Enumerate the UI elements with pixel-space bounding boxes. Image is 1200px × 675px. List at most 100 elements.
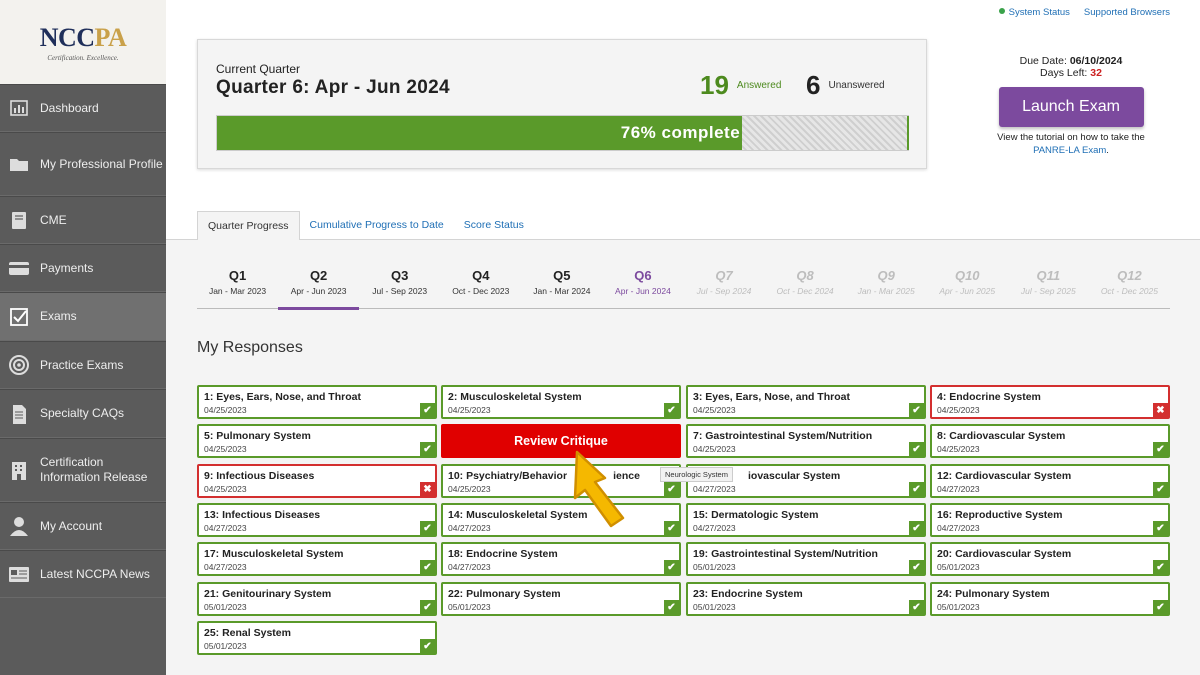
response-card[interactable]: 2: Musculoskeletal System 04/25/2023 ✔	[441, 385, 681, 419]
response-card[interactable]: 8: Cardiovascular System 04/25/2023 ✔	[930, 424, 1170, 458]
response-date: 04/25/2023	[693, 444, 736, 454]
quarter-dates: Jan - Mar 2024	[533, 286, 591, 296]
response-title: 9: Infectious Diseases	[204, 470, 315, 482]
response-date: 05/01/2023	[937, 602, 980, 612]
sidebar-item-specialty-caqs[interactable]: Specialty CAQs	[0, 389, 166, 438]
response-card[interactable]: 14: Musculoskeletal System 04/27/2023 ✔	[441, 503, 681, 537]
quarter-q7[interactable]: Q7 Jul - Sep 2024	[683, 268, 764, 308]
response-card[interactable]: 24: Pulmonary System 05/01/2023 ✔	[930, 582, 1170, 616]
check-icon: ✔	[420, 521, 435, 535]
response-title: 2: Musculoskeletal System	[448, 391, 582, 403]
nccpa-logo[interactable]: NCCPA Certification. Excellence.	[0, 0, 166, 84]
response-title: 25: Renal System	[204, 627, 291, 639]
quarter-label: Q11	[1036, 268, 1061, 283]
response-card[interactable]: 16: Reproductive System 04/27/2023 ✔	[930, 503, 1170, 537]
response-card[interactable]: 1: Eyes, Ears, Nose, and Throat 04/25/202…	[197, 385, 437, 419]
sidebar-item-certification-information-release[interactable]: Certification Information Release	[0, 438, 166, 502]
review-critique-button[interactable]: Review Critique	[441, 424, 681, 458]
launch-exam-button[interactable]: Launch Exam	[998, 87, 1144, 127]
sidebar-item-label: Specialty CAQs	[40, 406, 125, 420]
tutorial-text: View the tutorial on how to take the PAN…	[997, 132, 1145, 156]
tab-cumulative-progress-to-date[interactable]: Cumulative Progress to Date	[300, 211, 454, 240]
response-card[interactable]: 20: Cardiovascular System 05/01/2023 ✔	[930, 542, 1170, 576]
building-icon	[8, 459, 30, 481]
tab-quarter-progress[interactable]: Quarter Progress	[197, 211, 300, 240]
sidebar: NCCPA Certification. Excellence. Dashboa…	[0, 0, 166, 675]
response-card[interactable]: 5: Pulmonary System 04/25/2023 ✔	[197, 424, 437, 458]
check-icon: ✔	[1153, 600, 1168, 614]
check-icon: ✔	[909, 560, 924, 574]
response-card[interactable]: 22: Pulmonary System 05/01/2023 ✔	[441, 582, 681, 616]
panre-la-exam-link[interactable]: PANRE-LA Exam	[1033, 145, 1106, 156]
response-card[interactable]: 9: Infectious Diseases 04/25/2023 ✖	[197, 464, 437, 498]
sidebar-item-latest-nccpa-news[interactable]: Latest NCCPA News	[0, 550, 166, 598]
quarter-dates: Jul - Sep 2024	[696, 286, 752, 296]
sidebar-item-payments[interactable]: Payments	[0, 244, 166, 292]
quarter-q1[interactable]: Q1 Jan - Mar 2023	[197, 268, 278, 308]
progress-tabs: Quarter Progress Cumulative Progress to D…	[197, 211, 534, 240]
response-date: 04/25/2023	[693, 405, 736, 415]
response-card[interactable]: 15: Dermatologic System 04/27/2023 ✔	[686, 503, 926, 537]
check-icon: ✔	[909, 442, 924, 456]
response-date: 04/25/2023	[204, 405, 247, 415]
response-date: 04/27/2023	[937, 523, 980, 533]
quarter-q3[interactable]: Q3 Jul - Sep 2023	[359, 268, 440, 308]
sidebar-item-my-professional-profile[interactable]: My Professional Profile	[0, 132, 166, 196]
quarter-dates: Oct - Dec 2023	[452, 286, 510, 296]
progress-label: 76% complete	[620, 123, 741, 142]
quarter-q4[interactable]: Q4 Oct - Dec 2023	[440, 268, 521, 308]
quarter-q10[interactable]: Q10 Apr - Jun 2025	[927, 268, 1008, 308]
quarter-q2[interactable]: Q2 Apr - Jun 2023	[278, 268, 360, 310]
response-card[interactable]: 7: Gastrointestinal System/Nutrition 04/2…	[686, 424, 926, 458]
quarter-dates: Apr - Jun 2024	[615, 286, 671, 296]
response-title: 1: Eyes, Ears, Nose, and Throat	[204, 391, 361, 403]
pointer-arrow-icon	[573, 450, 625, 528]
response-title: 17: Musculoskeletal System	[204, 548, 344, 560]
sidebar-item-label: Exams	[40, 309, 77, 323]
quarter-q6[interactable]: Q6 Apr - Jun 2024	[602, 268, 683, 308]
response-card[interactable]: 18: Endocrine System 04/27/2023 ✔	[441, 542, 681, 576]
quarter-q5[interactable]: Q5 Jan - Mar 2024	[521, 268, 602, 308]
sidebar-item-cme[interactable]: CME	[0, 196, 166, 244]
response-card[interactable]: 4: Endocrine System 04/25/2023 ✖	[930, 385, 1170, 419]
sidebar-item-my-account[interactable]: My Account	[0, 502, 166, 550]
response-card[interactable]: 19: Gastrointestinal System/Nutrition 05/…	[686, 542, 926, 576]
sidebar-item-practice-exams[interactable]: Practice Exams	[0, 341, 166, 389]
due-date: Due Date: 06/10/2024	[1019, 55, 1123, 67]
check-icon: ✔	[1153, 560, 1168, 574]
quarter-q8[interactable]: Q8 Oct - Dec 2024	[765, 268, 846, 308]
response-card[interactable]: 3: Eyes, Ears, Nose, and Throat 04/25/202…	[686, 385, 926, 419]
response-date: 04/25/2023	[448, 405, 491, 415]
sidebar-item-label: Latest NCCPA News	[40, 566, 150, 581]
quarter-q11[interactable]: Q11 Jul - Sep 2025	[1008, 268, 1089, 308]
current-quarter-label: Current Quarter	[216, 62, 301, 76]
sidebar-nav: Dashboard My Professional Profile CME Payme…	[0, 84, 166, 598]
response-card[interactable]: 10: Psychiatry/Behavior ience 04/25/2023 ✔	[441, 464, 681, 498]
progress-fill: 76% complete	[217, 116, 743, 150]
response-title: iovascular System	[748, 470, 841, 482]
response-card[interactable]: 23: Endocrine System 05/01/2023 ✔	[686, 582, 926, 616]
response-date: 05/01/2023	[448, 602, 491, 612]
response-title: 8: Cardiovascular System	[937, 430, 1066, 442]
quarter-label: Q7	[715, 268, 733, 283]
check-icon: ✔	[909, 482, 924, 496]
checkbox-icon	[8, 306, 30, 328]
response-card[interactable]: 12: Cardiovascular System 04/27/2023 ✔	[930, 464, 1170, 498]
quarter-dates: Jul - Sep 2025	[1020, 286, 1076, 296]
response-card[interactable]: 17: Musculoskeletal System 04/27/2023 ✔	[197, 542, 437, 576]
response-card[interactable]: 21: Genitourinary System 05/01/2023 ✔	[197, 582, 437, 616]
system-status-link[interactable]: System Status	[998, 7, 1070, 18]
response-card[interactable]: 25: Renal System 05/01/2023 ✔	[197, 621, 437, 655]
tab-score-status[interactable]: Score Status	[454, 211, 534, 240]
x-icon: ✖	[1153, 403, 1168, 417]
quarter-q12[interactable]: Q12 Oct - Dec 2025	[1089, 268, 1170, 308]
quarter-q9[interactable]: Q9 Jan - Mar 2025	[846, 268, 927, 308]
x-icon: ✖	[420, 482, 435, 496]
sidebar-item-exams[interactable]: Exams	[0, 292, 166, 341]
response-card[interactable]: 13: Infectious Diseases 04/27/2023 ✔	[197, 503, 437, 537]
sidebar-item-dashboard[interactable]: Dashboard	[0, 84, 166, 132]
check-icon: ✔	[420, 600, 435, 614]
check-icon: ✔	[664, 600, 679, 614]
supported-browsers-link[interactable]: Supported Browsers	[1084, 7, 1170, 18]
check-icon: ✔	[664, 560, 679, 574]
